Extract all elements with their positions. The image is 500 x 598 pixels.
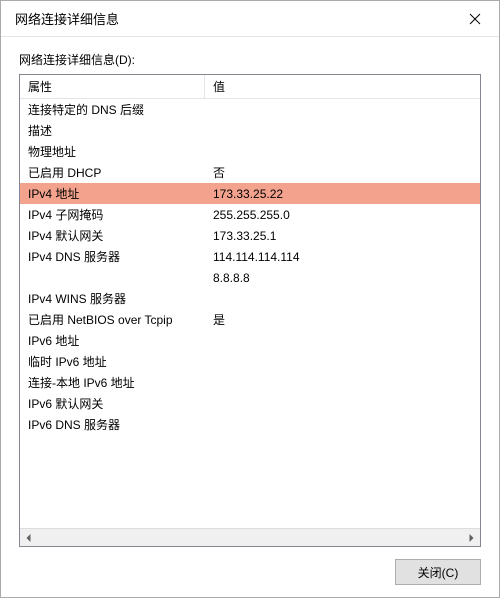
table-row[interactable]: IPv6 默认网关 [20,393,480,414]
property-cell: 物理地址 [20,143,205,160]
horizontal-scrollbar[interactable] [20,528,480,546]
table-row[interactable]: IPv4 地址173.33.25.22 [20,183,480,204]
value-cell: 8.8.8.8 [205,271,480,285]
content-area: 网络连接详细信息(D): 属性 值 连接特定的 DNS 后缀描述物理地址已启用 … [1,37,499,597]
titlebar: 网络连接详细信息 [1,1,499,37]
property-cell: 连接-本地 IPv6 地址 [20,374,205,391]
table-row[interactable]: 8.8.8.8 [20,267,480,288]
property-cell: IPv6 默认网关 [20,395,205,412]
table-row[interactable]: IPv6 DNS 服务器 [20,414,480,435]
scroll-left-button[interactable] [20,529,38,546]
table-row[interactable]: IPv4 DNS 服务器114.114.114.114 [20,246,480,267]
value-cell: 114.114.114.114 [205,250,480,264]
property-cell: 描述 [20,122,205,139]
table-row[interactable]: 描述 [20,120,480,141]
table-row[interactable]: IPv4 WINS 服务器 [20,288,480,309]
property-cell: IPv4 子网掩码 [20,206,205,223]
property-cell: IPv4 WINS 服务器 [20,290,205,307]
property-cell: IPv6 DNS 服务器 [20,416,205,433]
table-row[interactable]: 连接-本地 IPv6 地址 [20,372,480,393]
table-row[interactable]: 已启用 DHCP否 [20,162,480,183]
value-cell: 173.33.25.1 [205,229,480,243]
scroll-track[interactable] [38,529,462,546]
section-label: 网络连接详细信息(D): [19,51,481,68]
value-cell: 173.33.25.22 [205,187,480,201]
scroll-right-button[interactable] [462,529,480,546]
property-cell: IPv6 地址 [20,332,205,349]
property-cell: IPv4 默认网关 [20,227,205,244]
value-cell: 否 [205,164,480,181]
value-cell: 是 [205,311,480,328]
table-row[interactable]: 临时 IPv6 地址 [20,351,480,372]
property-cell: 临时 IPv6 地址 [20,353,205,370]
column-header-value[interactable]: 值 [205,75,480,98]
dialog-window: 网络连接详细信息 网络连接详细信息(D): 属性 值 连接特定的 DNS 后缀描… [0,0,500,598]
table-row[interactable]: 物理地址 [20,141,480,162]
table-row[interactable]: 连接特定的 DNS 后缀 [20,99,480,120]
window-title: 网络连接详细信息 [15,9,119,28]
table-row[interactable]: IPv4 默认网关173.33.25.1 [20,225,480,246]
list-header: 属性 值 [20,75,480,99]
table-row[interactable]: 已启用 NetBIOS over Tcpip是 [20,309,480,330]
table-row[interactable]: IPv4 子网掩码255.255.255.0 [20,204,480,225]
property-cell: 已启用 NetBIOS over Tcpip [20,311,205,328]
table-row[interactable]: IPv6 地址 [20,330,480,351]
value-cell: 255.255.255.0 [205,208,480,222]
property-cell: IPv4 地址 [20,185,205,202]
details-list: 属性 值 连接特定的 DNS 后缀描述物理地址已启用 DHCP否IPv4 地址1… [19,74,481,547]
property-cell: 已启用 DHCP [20,164,205,181]
button-row: 关闭(C) [19,547,481,585]
list-body[interactable]: 连接特定的 DNS 后缀描述物理地址已启用 DHCP否IPv4 地址173.33… [20,99,480,528]
close-button[interactable]: 关闭(C) [395,559,481,585]
close-icon[interactable] [459,3,491,35]
property-cell: IPv4 DNS 服务器 [20,248,205,265]
column-header-property[interactable]: 属性 [20,75,205,98]
property-cell: 连接特定的 DNS 后缀 [20,101,205,118]
